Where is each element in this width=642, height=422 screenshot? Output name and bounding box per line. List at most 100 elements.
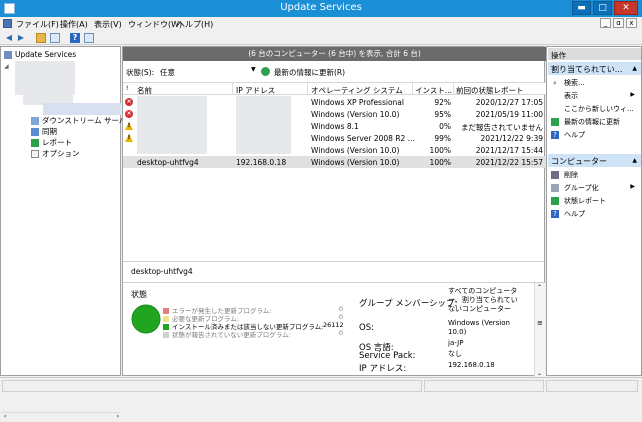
folder-icon[interactable] [36,33,46,43]
scroll-right-icon[interactable]: › [117,413,119,420]
collapse-up-icon[interactable]: ▲ [632,157,637,164]
action-item[interactable]: 表示 ▶ [551,91,639,103]
cell-installed: 100% [429,146,451,155]
action-item[interactable]: ? ヘルプ [551,130,639,142]
group-by-icon [551,184,559,192]
actions-pane: 操作 割り当てられてい... ▲ ⌕ 検索... 表示 ▶ ここから新しいウィ... 最新… [546,46,642,376]
actions-section-unassigned[interactable]: 割り当てられてい... ▲ [548,62,641,75]
action-item[interactable]: グループ化 ▶ [551,183,639,195]
status-bar-section [546,380,638,392]
cell-os: Windows 8.1 [311,122,359,131]
legend-item: 状態が報告されていない更新プログラム: [163,329,291,339]
action-item[interactable]: ⌕ 検索... [551,78,639,90]
menu-view[interactable]: 表示(V) [94,19,122,30]
detail-vertical-scrollbar[interactable]: ⌃ ≡ ⌄ [534,283,545,378]
action-item[interactable]: 削除 [551,170,639,182]
status-title: 状態 [131,290,147,299]
redacted-server-name [15,61,75,95]
section-label: 割り当てられてい... [551,65,623,74]
menu-file[interactable]: ファイル(F) [16,19,59,30]
property-value: なし [448,350,462,358]
column-ip[interactable]: IP アドレス [236,85,275,96]
window-title: Update Services [280,2,362,13]
menu-action[interactable]: 操作(A) [60,19,88,30]
action-label: 表示 [564,92,578,100]
action-label: 最新の情報に更新 [564,118,620,126]
scroll-left-icon[interactable]: ‹ [4,413,6,420]
action-item[interactable]: 状態レポート [551,196,639,208]
close-button[interactable]: ✕ [614,1,638,15]
action-item[interactable]: ? ヘルプ [551,209,639,221]
legend-value: 0 [338,305,343,313]
tree-item-label: 同期 [42,127,57,136]
warning-icon: ! [125,134,133,142]
console-tree: Update Services ◢ ダウンストリーム サーバー 同期 レポート … [0,46,134,422]
console-tree-icon[interactable] [50,33,60,43]
column-name[interactable]: 名前 [137,85,152,96]
cell-os: Windows XP Professional [311,98,404,107]
cell-report: 2020/12/27 17:05 [475,98,543,107]
server-icon [4,51,12,59]
forward-arrow-icon[interactable]: ▶ [16,33,26,43]
cell-installed: 0% [439,122,451,131]
scroll-down-icon[interactable]: ⌄ [537,370,542,377]
submenu-arrow-icon: ▶ [630,91,635,98]
cell-ip: 192.168.0.18 [236,158,287,167]
status-dropdown[interactable]: 任意 [160,67,175,78]
column-os[interactable]: オペレーティング システム [311,85,403,96]
maximize-button[interactable]: □ [593,1,612,15]
error-icon: × [125,98,133,106]
scroll-grip-icon[interactable]: ≡ [537,319,543,327]
action-label: ヘルプ [564,210,585,218]
tree-item-options[interactable]: オプション [31,148,80,159]
section-label: コンピューター [551,157,607,166]
chevron-down-icon[interactable]: ▼ [251,66,256,73]
submenu-arrow-icon: ▶ [630,183,635,190]
tree-root[interactable]: Update Services [4,50,76,61]
search-icon: ⌕ [553,79,557,87]
action-label: グループ化 [564,184,599,192]
menu-window[interactable]: ウィンドウ(W) [128,19,182,30]
action-item[interactable]: ここから新しいウィ... [551,104,639,116]
help-icon: ? [551,210,559,218]
status-report-icon [551,197,559,205]
table-row[interactable]: desktop-uhtfvg4 192.168.0.18 Windows (Vers… [123,156,546,168]
warning-icon: ! [125,122,133,130]
actions-section-computer[interactable]: コンピューター ▲ [548,154,641,167]
cell-installed: 99% [434,134,451,143]
computers-header: (6 台のコンピューター (6 台中) を表示, 合計 6 台) [123,47,546,61]
refresh-icon[interactable] [261,67,270,76]
property-value: 192.168.0.18 [448,361,495,369]
refresh-icon [551,118,559,126]
tree-item-reports[interactable]: レポート [31,137,72,148]
tree-horizontal-scrollbar[interactable]: ‹ › [2,412,121,422]
status-column-icon[interactable]: ! [126,85,128,92]
mdi-restore-button[interactable]: ɑ [613,18,624,28]
expand-arrow-icon[interactable]: ◢ [4,63,9,70]
tree-item-downstream[interactable]: ダウンストリーム サーバー [31,115,134,126]
mdi-minimize-button[interactable]: _ [600,18,611,28]
mdi-window-icon[interactable] [3,19,12,28]
menu-help[interactable]: ヘルプ(H) [177,19,213,30]
property-label: OS: [359,323,374,333]
refresh-link[interactable]: 最新の情報に更新(R) [274,67,345,78]
column-installed[interactable]: インスト... [415,85,452,96]
action-item[interactable]: 最新の情報に更新 [551,117,639,129]
report-icon [31,139,39,147]
tree-root-label: Update Services [15,50,77,59]
title-bar: Update Services ▬ □ ✕ [0,0,642,17]
back-arrow-icon[interactable]: ◀ [4,33,14,43]
toolbar: ◀ ▶ ? [0,31,642,45]
column-last-report[interactable]: 前回の状態レポート [456,85,524,96]
tree-item-sync[interactable]: 同期 [31,126,57,137]
legend-value: 26112 [323,321,344,329]
view-icon[interactable] [84,33,94,43]
minimize-button[interactable]: ▬ [572,1,591,15]
mdi-close-button[interactable]: x [626,18,637,28]
menu-bar: ファイル(F) 操作(A) 表示(V) ウィンドウ(W) ヘルプ(H) _ ɑ … [0,17,642,31]
help-icon[interactable]: ? [70,33,80,43]
property-label: Service Pack: [359,351,416,361]
scroll-up-icon[interactable]: ⌃ [537,284,542,291]
property-value: ja-JP [448,339,464,347]
collapse-up-icon[interactable]: ▲ [632,65,637,72]
